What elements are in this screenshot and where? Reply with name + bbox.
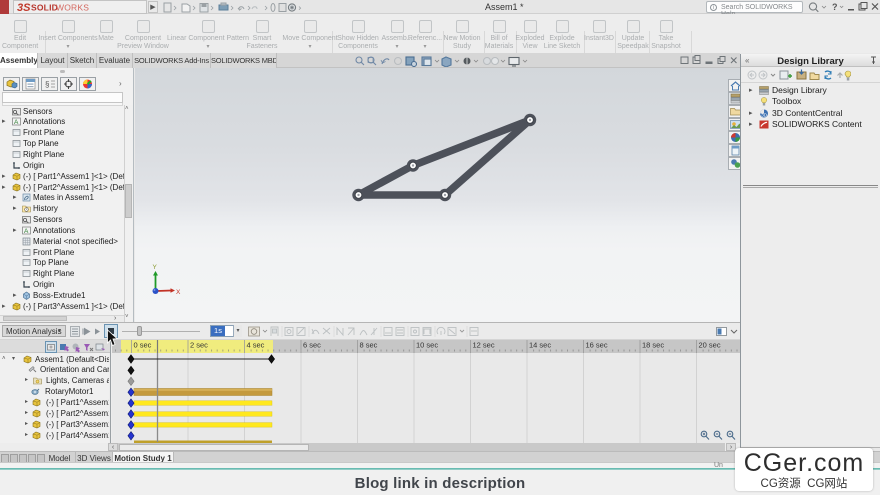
svg-text:SOLID: SOLID [31, 3, 58, 13]
svg-text:16 sec: 16 sec [586, 341, 608, 350]
svg-text:0 sec: 0 sec [134, 341, 152, 350]
svg-text:WORKS: WORKS [56, 3, 89, 13]
svg-text:Y: Y [153, 264, 158, 271]
svg-text:8 sec: 8 sec [360, 341, 378, 350]
svg-text:18 sec: 18 sec [642, 341, 664, 350]
svg-text:14 sec: 14 sec [529, 341, 551, 350]
svg-text:4 sec: 4 sec [247, 341, 265, 350]
svg-text:20 sec: 20 sec [699, 341, 721, 350]
svg-text:3S: 3S [17, 2, 31, 13]
svg-text:12 sec: 12 sec [473, 341, 495, 350]
svg-text:2 sec: 2 sec [190, 341, 208, 350]
svg-text:§: § [45, 80, 49, 89]
svg-text:3D: 3D [761, 112, 768, 117]
svg-text:X: X [176, 289, 181, 296]
svg-text:6 sec: 6 sec [303, 341, 321, 350]
svg-text:?: ? [832, 2, 838, 12]
svg-text:10 sec: 10 sec [416, 341, 438, 350]
